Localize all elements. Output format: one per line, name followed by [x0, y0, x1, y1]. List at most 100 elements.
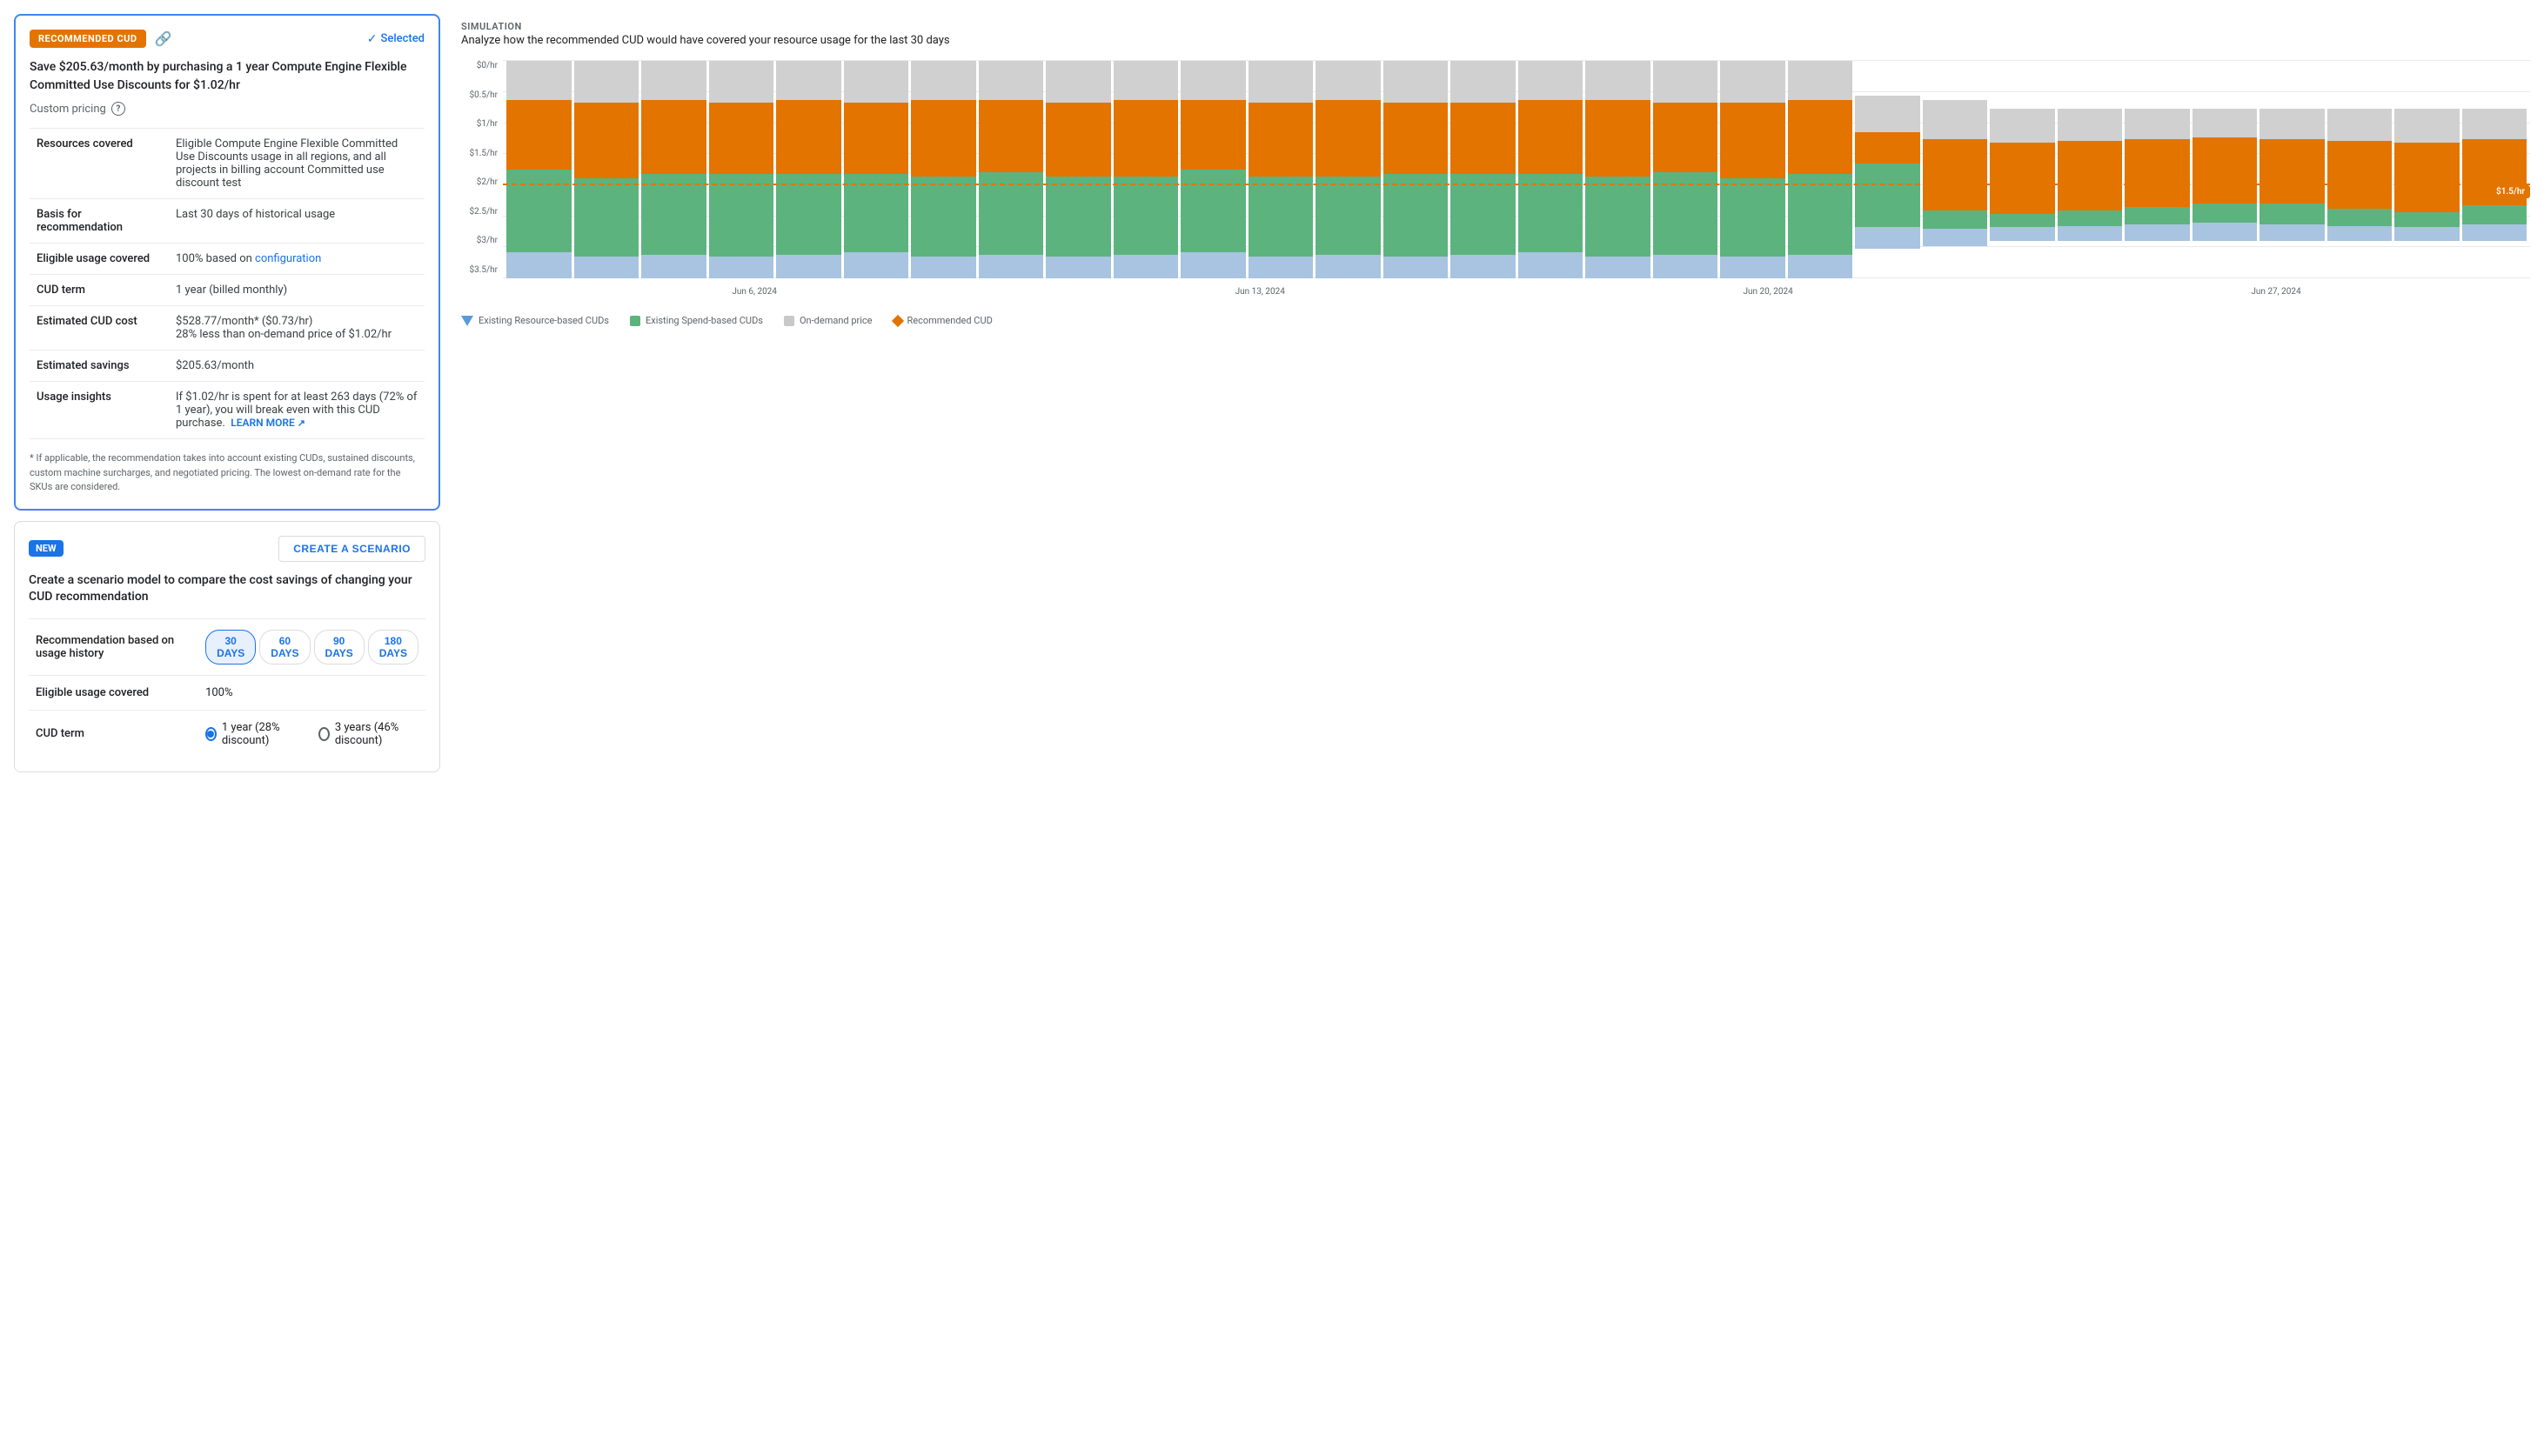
- chart-bars: [503, 61, 2530, 278]
- day-btn-30[interactable]: 30 DAYS: [205, 630, 256, 665]
- bar-segment-gray: [1855, 96, 1920, 132]
- scenario-table: Recommendation based on usage history 30…: [29, 618, 425, 758]
- x-label: Jun 20, 2024: [1744, 287, 1793, 297]
- legend-label: Existing Resource-based CUDs: [479, 315, 609, 326]
- bar-segment-green: [1923, 210, 1988, 229]
- radio-3year[interactable]: 3 years (46% discount): [318, 721, 418, 747]
- bar-group: [641, 61, 706, 278]
- bar-segment-gray: [641, 61, 706, 100]
- link-icon[interactable]: 🔗: [155, 30, 172, 47]
- bar-segment-orange: [1114, 100, 1179, 177]
- bar-segment-green: [709, 174, 774, 257]
- rec-badge-left: RECOMMENDED CUD 🔗: [30, 30, 171, 48]
- bar-group: [1046, 61, 1111, 278]
- bar-segment-orange: [506, 100, 572, 170]
- bar-segment-blue: [1990, 227, 2055, 241]
- radio-circle-selected: [205, 727, 217, 741]
- table-row: Eligible usage covered 100% based on con…: [30, 244, 425, 275]
- bar-segment-blue: [1046, 257, 1111, 278]
- bar-segment-blue: [1585, 257, 1650, 278]
- bar-segment-blue: [1653, 255, 1718, 279]
- bar-segment-green: [776, 174, 841, 255]
- bar-stack: [1316, 61, 1381, 278]
- checkmark-icon: ✓: [367, 32, 378, 46]
- bar-segment-orange: [1855, 132, 1920, 164]
- learn-more-link[interactable]: LEARN MORE ↗: [231, 417, 305, 429]
- day-btn-60[interactable]: 60 DAYS: [259, 630, 310, 665]
- bar-segment-green: [2327, 209, 2393, 226]
- bar-stack: [1653, 61, 1718, 278]
- bar-segment-gray: [1114, 61, 1179, 100]
- radio-1year[interactable]: 1 year (28% discount): [205, 721, 301, 747]
- bar-segment-blue: [506, 252, 572, 278]
- bar-segment-green: [1114, 177, 1179, 255]
- create-scenario-button[interactable]: CREATE A SCENARIO: [278, 536, 425, 562]
- day-btn-90[interactable]: 90 DAYS: [314, 630, 365, 665]
- bar-segment-green: [2462, 205, 2527, 224]
- recommendation-card: RECOMMENDED CUD 🔗 ✓ Selected Save $205.6…: [14, 14, 440, 511]
- bar-stack: [506, 61, 572, 278]
- bar-segment-blue: [1114, 255, 1179, 279]
- bar-segment-gray: [1990, 109, 2055, 143]
- bar-segment-green: [574, 178, 639, 257]
- footnote: * If applicable, the recommendation take…: [30, 451, 425, 495]
- bar-segment-green: [1720, 178, 1785, 257]
- bar-stack: [641, 61, 706, 278]
- legend-on-demand: On-demand price: [784, 315, 873, 326]
- bar-segment-gray: [979, 61, 1044, 100]
- bar-segment-green: [641, 174, 706, 255]
- row-label: Recommendation based on usage history: [29, 618, 198, 675]
- bar-stack: [1114, 61, 1179, 278]
- bar-segment-blue: [979, 255, 1044, 279]
- bar-stack: [1181, 61, 1246, 278]
- selected-text: Selected: [380, 32, 425, 45]
- radio-group: 1 year (28% discount) 3 years (46% disco…: [205, 721, 418, 747]
- bar-segment-blue: [1923, 229, 1988, 247]
- chart-inner: $1.5/hr: [503, 61, 2530, 278]
- row-value: Last 30 days of historical usage: [169, 199, 425, 244]
- bar-segment-green: [1788, 174, 1853, 255]
- bar-segment-gray: [2259, 109, 2325, 139]
- bar-segment-orange: [1450, 103, 1516, 175]
- day-btn-180[interactable]: 180 DAYS: [368, 630, 418, 665]
- bar-stack: [1249, 61, 1314, 278]
- row-label: Usage insights: [30, 382, 169, 439]
- x-axis: Jun 6, 2024 Jun 13, 2024 Jun 20, 2024 Ju…: [503, 278, 2530, 304]
- bar-segment-gray: [1450, 61, 1516, 103]
- bar-segment-blue: [1855, 227, 1920, 249]
- day-buttons: 30 DAYS 60 DAYS 90 DAYS 180 DAYS: [205, 630, 418, 665]
- table-row: Usage insights If $1.02/hr is spent for …: [30, 382, 425, 439]
- bar-segment-gray: [1316, 61, 1381, 100]
- help-icon[interactable]: ?: [111, 102, 125, 116]
- chart-container: $3.5/hr $3/hr $2.5/hr $2/hr $1.5/hr $1/h…: [461, 61, 2530, 326]
- bar-segment-blue: [1450, 255, 1516, 279]
- bar-group: [1383, 61, 1449, 278]
- row-value: 1 year (billed monthly): [169, 275, 425, 306]
- radio-label-1year: 1 year (28% discount): [222, 721, 301, 747]
- bar-segment-green: [911, 177, 976, 257]
- configuration-link[interactable]: configuration: [255, 252, 321, 265]
- row-value: $205.63/month: [169, 351, 425, 382]
- bar-stack: [1450, 61, 1516, 278]
- bar-segment-blue: [776, 255, 841, 279]
- legend-label: On-demand price: [800, 315, 873, 326]
- main-layout: RECOMMENDED CUD 🔗 ✓ Selected Save $205.6…: [0, 0, 2544, 1456]
- bar-segment-orange: [776, 100, 841, 174]
- bar-segment-blue: [2058, 226, 2123, 242]
- bar-segment-orange: [2125, 139, 2190, 207]
- table-row: Recommendation based on usage history 30…: [29, 618, 425, 675]
- bar-segment-orange: [1518, 100, 1583, 174]
- bar-group: [2462, 61, 2527, 278]
- x-label: Jun 27, 2024: [2251, 287, 2300, 297]
- bar-segment-orange: [574, 103, 639, 179]
- bar-stack: [1383, 61, 1449, 278]
- bar-segment-orange: [1383, 103, 1449, 175]
- row-value: Eligible Compute Engine Flexible Committ…: [169, 129, 425, 199]
- bar-group: [2125, 61, 2190, 278]
- bar-segment-orange: [1046, 103, 1111, 177]
- bar-segment-orange: [2058, 141, 2123, 210]
- table-row: Estimated CUD cost $528.77/month* ($0.73…: [30, 306, 425, 351]
- table-row: CUD term 1 year (28% discount): [29, 710, 425, 758]
- radio-dot: [207, 731, 214, 738]
- bar-stack: [1788, 61, 1853, 278]
